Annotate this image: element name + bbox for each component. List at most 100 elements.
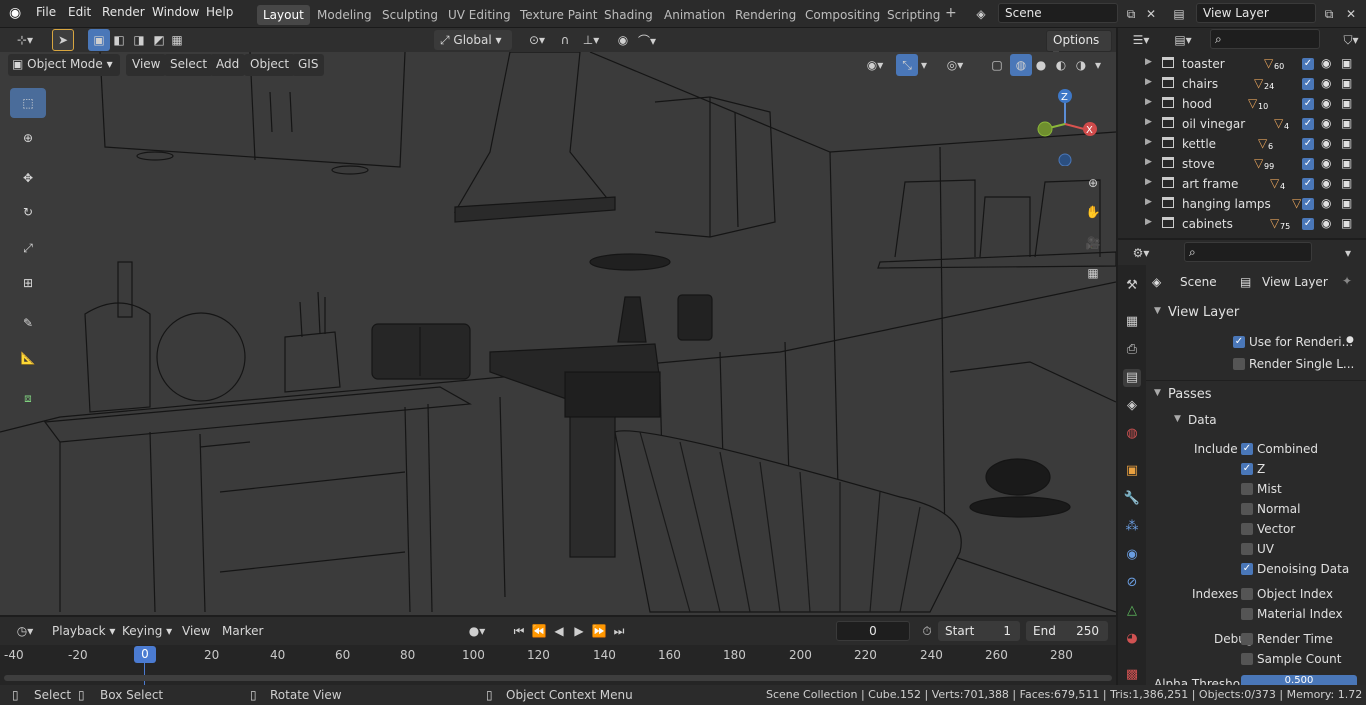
navigation-gizmo[interactable]: Z X xyxy=(1030,86,1105,167)
menu-help[interactable]: Help xyxy=(206,5,233,19)
exclude-checkbox[interactable]: ✓ xyxy=(1302,158,1314,170)
pivot-point-icon[interactable]: ⊙▾ xyxy=(522,29,552,51)
menu-render[interactable]: Render xyxy=(102,5,145,19)
menu-edit[interactable]: Edit xyxy=(68,5,91,19)
editor-type-icon[interactable]: ⊹▾ xyxy=(8,29,42,51)
denoising-data-checkbox[interactable]: ✓ xyxy=(1241,563,1253,575)
play-icon[interactable]: ▶ xyxy=(568,620,590,642)
outliner-row[interactable]: ▶ art frame ▽ 4 ✓ ◉ ▣ xyxy=(1118,174,1366,194)
view-layer-tab-icon[interactable]: ▤ xyxy=(1123,369,1141,387)
start-frame-field[interactable]: Start 1 xyxy=(938,621,1020,641)
panel-collapse-icon[interactable]: ▼ xyxy=(1154,306,1161,316)
pin-icon[interactable]: ✦ xyxy=(1342,274,1352,288)
measure-tool-icon[interactable]: 📐 xyxy=(10,343,46,373)
jump-keyframe-back-icon[interactable]: ⏪ xyxy=(528,620,550,642)
menu-select[interactable]: Select xyxy=(164,54,214,76)
3d-viewport[interactable] xyxy=(0,52,1116,615)
select-intersect-icon[interactable]: ▦ xyxy=(166,29,188,51)
render-camera-icon[interactable]: ▣ xyxy=(1341,176,1352,190)
render-camera-icon[interactable]: ▣ xyxy=(1341,116,1352,130)
timeline-marker-menu[interactable]: Marker xyxy=(216,621,269,641)
eye-icon[interactable]: ◉ xyxy=(1321,156,1331,170)
expand-arrow-icon[interactable]: ▶ xyxy=(1145,117,1152,127)
collection-name[interactable]: hanging lamps xyxy=(1182,197,1271,211)
shading-solid-icon[interactable]: ● xyxy=(1030,54,1052,76)
gizmo-icon[interactable]: ⤡ xyxy=(896,54,918,76)
output-tab-icon[interactable]: ⎙ xyxy=(1123,341,1141,359)
playback-dropdown[interactable]: Playback ▾ xyxy=(46,621,121,641)
select-tool-icon[interactable]: ➤ xyxy=(52,29,74,51)
collection-name[interactable]: oil vinegar xyxy=(1182,117,1245,131)
render-camera-icon[interactable]: ▣ xyxy=(1341,136,1352,150)
render-camera-icon[interactable]: ▣ xyxy=(1341,56,1352,70)
render-single-checkbox[interactable] xyxy=(1233,358,1245,370)
timeline-view-menu[interactable]: View xyxy=(176,621,216,641)
options-dropdown[interactable]: Options ▾ xyxy=(1046,30,1112,61)
render-camera-icon[interactable]: ▣ xyxy=(1341,156,1352,170)
eye-icon[interactable]: ◉ xyxy=(1321,136,1331,150)
expand-arrow-icon[interactable]: ▶ xyxy=(1145,77,1152,87)
texture-tab-icon[interactable]: ▩ xyxy=(1123,666,1141,684)
object-tab-icon[interactable]: ▣ xyxy=(1123,462,1141,480)
constraints-tab-icon[interactable]: ⊘ xyxy=(1123,574,1141,592)
camera-view-icon[interactable]: 🎥 xyxy=(1082,232,1104,254)
new-view-layer-icon[interactable]: ⧉ xyxy=(1318,3,1340,25)
eye-icon[interactable]: ◉ xyxy=(1321,76,1331,90)
collection-name[interactable]: stove xyxy=(1182,157,1215,171)
tab-compositing[interactable]: Compositing xyxy=(799,5,886,25)
pan-hand-icon[interactable]: ✋ xyxy=(1082,201,1104,223)
close-view-layer-icon[interactable]: ✕ xyxy=(1340,3,1362,25)
props-search-input[interactable]: ⌕ xyxy=(1184,242,1312,262)
view-layer-field[interactable]: View Layer xyxy=(1196,3,1316,23)
outliner-row[interactable]: ▶ toaster ▽ 60 ✓ ◉ ▣ xyxy=(1118,54,1366,74)
outliner-row[interactable]: ▶ kettle ▽ 6 ✓ ◉ ▣ xyxy=(1118,134,1366,154)
outliner-editor-type-icon[interactable]: ☰▾ xyxy=(1124,29,1158,51)
render-time-checkbox[interactable] xyxy=(1241,633,1253,645)
add-cube-tool-icon[interactable]: ⧈ xyxy=(10,383,46,413)
tab-texture-paint[interactable]: Texture Paint xyxy=(514,5,603,25)
eye-icon[interactable]: ◉ xyxy=(1321,116,1331,130)
z-checkbox[interactable]: ✓ xyxy=(1241,463,1253,475)
transform-tool-icon[interactable]: ⊞ xyxy=(10,268,46,298)
shading-dropdown-icon[interactable]: ▾ xyxy=(1090,54,1106,76)
expand-arrow-icon[interactable]: ▶ xyxy=(1145,97,1152,107)
expand-arrow-icon[interactable]: ▶ xyxy=(1145,177,1152,187)
shading-material-icon[interactable]: ◐ xyxy=(1050,54,1072,76)
menu-add[interactable]: Add xyxy=(210,54,246,76)
exclude-checkbox[interactable]: ✓ xyxy=(1302,98,1314,110)
normal-checkbox[interactable] xyxy=(1241,503,1253,515)
collection-name[interactable]: kettle xyxy=(1182,137,1216,151)
render-camera-icon[interactable]: ▣ xyxy=(1341,216,1352,230)
keyframe-dot-icon[interactable]: ● xyxy=(1346,335,1354,345)
outliner-row[interactable]: ▶ hood ▽ 10 ✓ ◉ ▣ xyxy=(1118,94,1366,114)
world-tab-icon[interactable]: ◍ xyxy=(1123,425,1141,443)
current-frame-field[interactable]: 0 xyxy=(836,621,910,641)
playhead-marker[interactable]: 0 xyxy=(134,646,156,663)
outliner-row[interactable]: ▶ chairs ▽ 24 ✓ ◉ ▣ xyxy=(1118,74,1366,94)
render-camera-icon[interactable]: ▣ xyxy=(1341,96,1352,110)
passes-collapse-icon[interactable]: ▼ xyxy=(1154,388,1161,398)
tab-shading[interactable]: Shading xyxy=(598,5,659,25)
new-scene-icon[interactable]: ⧉ xyxy=(1120,3,1142,25)
mode-dropdown[interactable]: ▣ Object Mode ▾ xyxy=(8,54,120,76)
exclude-checkbox[interactable]: ✓ xyxy=(1302,138,1314,150)
tab-animation[interactable]: Animation xyxy=(658,5,731,25)
outliner-row[interactable]: ▶ cabinets ▽ 75 ✓ ◉ ▣ xyxy=(1118,214,1366,234)
data-tab-icon[interactable]: △ xyxy=(1123,602,1141,620)
outliner-row[interactable]: ▶hanging lamps▽16✓◉▣ xyxy=(1118,194,1366,214)
proportional-edit-icon[interactable]: ◉ xyxy=(612,29,634,51)
auto-keying-icon[interactable]: ●▾ xyxy=(464,620,490,642)
object-index-checkbox[interactable] xyxy=(1241,588,1253,600)
collection-name[interactable]: cabinets xyxy=(1182,217,1233,231)
props-options-icon[interactable]: ▾ xyxy=(1338,242,1358,264)
expand-arrow-icon[interactable]: ▶ xyxy=(1145,157,1152,167)
jump-end-icon[interactable]: ⏭ xyxy=(608,620,630,642)
keying-dropdown[interactable]: Keying ▾ xyxy=(116,621,178,641)
menu-window[interactable]: Window xyxy=(152,5,199,19)
material-index-checkbox[interactable] xyxy=(1241,608,1253,620)
tab-scripting[interactable]: Scripting xyxy=(881,5,946,25)
gizmo-dropdown-icon[interactable]: ▾ xyxy=(916,54,932,76)
exclude-checkbox[interactable]: ✓ xyxy=(1302,198,1314,210)
jump-keyframe-forward-icon[interactable]: ⏩ xyxy=(588,620,610,642)
eye-icon[interactable]: ◉ xyxy=(1321,216,1331,230)
